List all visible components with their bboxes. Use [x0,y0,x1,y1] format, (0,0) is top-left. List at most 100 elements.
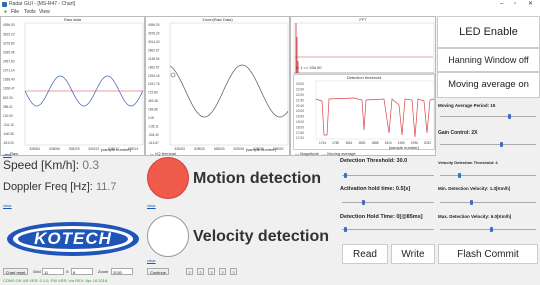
activation-hold-label: Activation hold time: 0.5[s] [340,186,411,192]
help-button-5[interactable]: ? [230,268,237,275]
write-button[interactable]: Write [391,244,435,264]
minimize-icon[interactable]: – [500,0,503,9]
max-velocity-label: Max. Detection Velocity: 6.0[Km/h] [438,214,512,219]
raw-y-tick: 3615.23 [3,32,15,36]
continue-button[interactable]: Continue [147,268,169,275]
slider-knob[interactable] [500,142,503,147]
raw-data-chart[interactable]: Raw data 4096.00 3615.23 3276.80 2935.46 245… [0,16,145,156]
read-button[interactable]: Read [342,244,388,264]
close-icon[interactable]: ✕ [528,0,533,9]
control-bar: Chart reset Grid 11 X 8 Zoom 2030 Contin… [0,266,540,277]
help-button-4[interactable]: ? [219,268,226,275]
menu-file[interactable]: File [11,9,19,16]
help-button-2[interactable]: ? [197,268,204,275]
zoom-chart-plot: 4096.00 3578.20 3014.40 2662.67 2138.54 1662.… [148,22,289,151]
hanning-window-button[interactable]: Hanning Window off [437,48,540,72]
zoom-chart[interactable]: Zoom(Raw Data) 4096.00 3578.20 3014.40 2662… [145,16,290,156]
raw-x-tick: 528213 [89,147,100,151]
min-velocity-label: Min. Detection Velocity: 1.3[Km/h] [438,186,511,191]
detection-x-tick: 1744 [319,141,326,145]
slider-knob[interactable] [344,173,347,178]
detection-threshold-chart[interactable]: Detection threshold 23.00 22.60 22.00 21.50… [293,74,435,150]
detection-x-tick: 1888 [371,141,378,145]
clear-link-3[interactable]: clear [147,203,156,208]
help-button-3[interactable]: ? [208,268,215,275]
fft-inset-label: x: 1 => 334.90 [296,65,322,70]
detection-y-tick: 19.00 [296,120,304,124]
led-enable-button[interactable]: LED Enable [437,16,540,48]
detection-x-tick: 1780 [332,141,339,145]
detection-x-tick: 2032 [424,141,431,145]
fft-chart[interactable]: FFT x: 1 => 334.90 Detection threshold 2… [290,16,436,156]
motion-detection-label: Motion detection [193,170,321,187]
zoom-x-tick: 528026 [194,147,205,151]
velocity-threshold-label: Velocity Detection Threshold: 4 [438,160,498,165]
moving-avg-period-slider[interactable] [440,114,536,119]
chart-reset-button[interactable]: Chart reset [3,268,28,275]
zoom-y-tick: 0.00 [148,116,154,120]
clear-link-1[interactable]: clear [3,152,12,157]
slider-knob[interactable] [344,227,347,232]
slider-knob[interactable] [508,114,511,119]
zoom-x-label: [sample number] [246,147,276,152]
gain-control-slider[interactable] [440,142,536,147]
slider-knob[interactable] [458,173,461,178]
fft-legend-label: Magnitude [300,151,319,156]
zoom-x-tick: 528034 [234,147,245,151]
zoom-y-tick: -135.11 [148,124,159,128]
raw-y-tick: 3276.80 [3,41,15,45]
clear-link-4[interactable]: clear [147,258,156,263]
menu-tools[interactable]: Tools [24,9,36,16]
gain-control-label: Gain Control: 2X [438,130,478,136]
zoom-input[interactable]: 2030 [111,268,133,275]
zoom-x-tick: 528022 [175,147,186,151]
doppler-value: 11.7 [95,181,117,193]
grid-input[interactable]: 11 [42,268,64,275]
status-bar: COM9 OK UB VER: 0.1.6, FW VER: n/a REV: … [0,277,540,285]
slider-knob[interactable] [362,200,365,205]
window-title: Radar GUI - [MS-R47 - Chart] [9,1,76,7]
zoom-y-tick: 1294.16 [148,74,160,78]
x-input[interactable]: 8 [71,268,93,275]
detection-y-tick: 17.00 [296,136,304,140]
activation-hold-slider[interactable] [342,200,434,205]
speed-label-text: Speed [Km/h]: [3,158,80,172]
zoom-legend-label: I/Q terminal [155,151,176,156]
detection-y-tick: 22.00 [296,93,304,97]
velocity-threshold-slider[interactable] [440,173,536,178]
menu-view[interactable]: View [39,9,50,16]
detection-threshold-slider[interactable] [342,173,434,178]
raw-y-tick: 819.20 [3,96,13,100]
min-velocity-slider[interactable] [440,200,536,205]
moving-average-button[interactable]: Moving average on [437,72,540,98]
zoom-label: Zoom [98,269,109,274]
raw-chart-plot: 4096.00 3615.23 3276.80 2935.46 2457.60 1971.… [3,22,144,151]
zoom-y-tick: 3578.20 [148,32,160,36]
clear-link-2[interactable]: clear [3,203,12,208]
velocity-detection-label: Velocity detection [193,228,330,245]
zoom-marker [170,72,176,78]
grid-label: Grid [33,269,41,274]
detection-x-tick: 1852 [358,141,365,145]
slider-knob[interactable] [470,200,473,205]
speed-value: 0.3 [82,158,100,172]
raw-y-tick: 2935.46 [3,50,15,54]
zoom-legend: — I/Q terminal [150,151,176,156]
logo-text: KOTECH [34,229,112,248]
x-label: X [66,269,69,274]
raw-x-tick: 528209 [69,147,80,151]
max-velocity-slider[interactable] [440,227,536,232]
flash-commit-button[interactable]: Flash Commit [438,244,538,264]
slider-knob[interactable] [490,227,493,232]
detection-chart-plot: 23.00 22.6022.0021.50 20.4020.00 19.6019.00… [296,80,435,145]
app-icon [2,2,7,7]
velocity-detection-led [147,215,189,257]
detection-x-tick: 1816 [345,141,352,145]
maximize-icon[interactable]: ▫ [514,0,516,9]
detection-hold-slider[interactable] [342,227,434,232]
zoom-signal-line [169,64,289,118]
detection-y-tick: 19.60 [296,115,304,119]
help-button-1[interactable]: ? [186,268,193,275]
detection-hold-label: Detection Hold Time: 0[@85ms] [340,214,423,220]
moving-avg-period-label: Moving Average Period: 15 [438,103,496,108]
